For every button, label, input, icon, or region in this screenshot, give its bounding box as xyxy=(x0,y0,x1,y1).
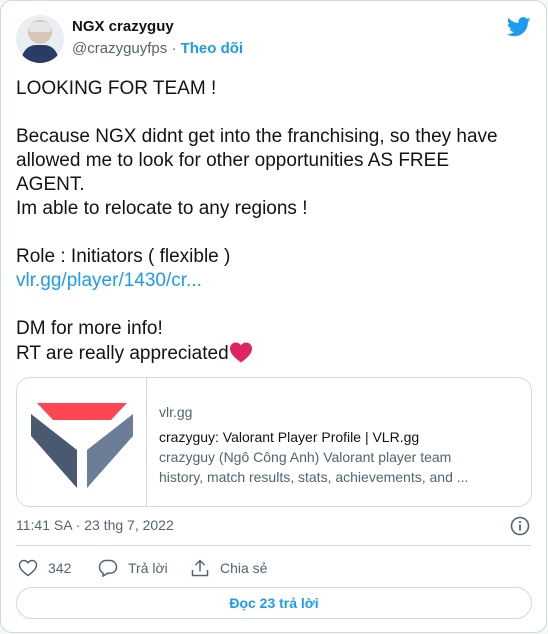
text-line-last: RT are really appreciated xyxy=(16,341,516,366)
read-replies-button[interactable]: Đọc 23 trả lời xyxy=(16,587,532,619)
vlr-logo xyxy=(31,403,133,488)
twitter-bird-icon[interactable] xyxy=(507,17,531,37)
author-handle[interactable]: @crazyguyfps xyxy=(72,40,167,57)
text-line: Because NGX didnt get into the franchisi… xyxy=(16,126,498,195)
separator: · xyxy=(171,40,177,57)
share-icon xyxy=(191,559,209,577)
heart-emoji-icon xyxy=(229,342,252,363)
tweet-header: NGX crazyguy @crazyguyfps · Theo dõi xyxy=(16,13,531,65)
preview-description-line1: crazyguy (Ngô Công Anh) Valorant player … xyxy=(159,449,452,465)
share-label: Chia sẻ xyxy=(220,560,268,576)
handle-row: @crazyguyfps · Theo dõi xyxy=(72,40,243,57)
avatar[interactable] xyxy=(16,15,64,63)
preview-meta: vlr.gg crazyguy: Valorant Player Profile… xyxy=(159,402,519,487)
like-icon xyxy=(18,559,38,577)
preview-thumbnail xyxy=(17,378,147,506)
tweet-timestamp[interactable]: 11:41 SA · 23 thg 7, 2022 xyxy=(16,517,174,533)
reply-label: Trả lời xyxy=(128,560,168,576)
author-name[interactable]: NGX crazyguy xyxy=(72,18,174,35)
tweet-text: LOOKING FOR TEAM ! Because NGX didnt get… xyxy=(16,77,516,366)
preview-domain: vlr.gg xyxy=(159,404,193,420)
text-line: LOOKING FOR TEAM ! xyxy=(16,78,217,99)
preview-title: crazyguy: Valorant Player Profile | VLR.… xyxy=(159,429,420,445)
avatar-shirt xyxy=(22,45,58,63)
like-count: 342 xyxy=(48,560,72,576)
like-button[interactable]: 342 xyxy=(18,558,71,578)
link-preview-card[interactable]: vlr.gg crazyguy: Valorant Player Profile… xyxy=(16,377,532,507)
player-link[interactable]: vlr.gg/player/1430/cr... xyxy=(16,270,202,291)
share-button[interactable]: Chia sẻ xyxy=(190,558,267,578)
text-line: Im able to relocate to any regions ! xyxy=(16,198,308,219)
preview-description-line2: history, match results, stats, achieveme… xyxy=(159,469,469,485)
tweet-card: NGX crazyguy @crazyguyfps · Theo dõi LOO… xyxy=(0,0,547,633)
text-line: Role : Initiators ( flexible ) xyxy=(16,246,231,267)
reply-button[interactable]: Trả lời xyxy=(98,558,168,578)
follow-button[interactable]: Theo dõi xyxy=(181,40,244,57)
avatar-hair xyxy=(29,22,51,32)
reply-icon xyxy=(98,559,118,578)
info-icon[interactable] xyxy=(510,516,530,536)
divider xyxy=(16,545,531,546)
text-line: DM for more info! xyxy=(16,318,163,339)
